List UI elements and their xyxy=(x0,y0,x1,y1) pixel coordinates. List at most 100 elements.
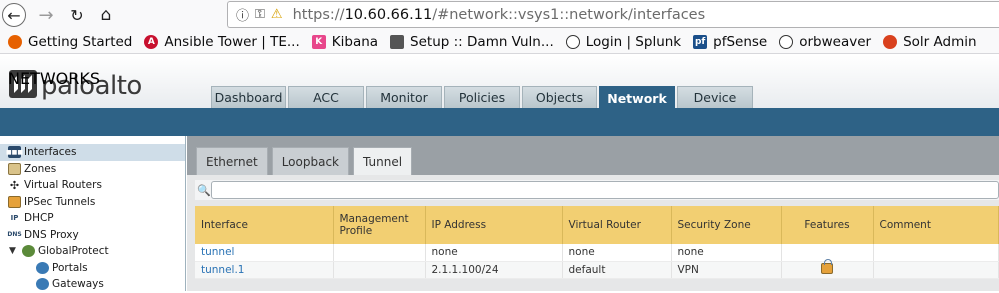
interfaces-table: Interface Management Profile IP Address … xyxy=(195,206,999,279)
sidebar-item-label: Portals xyxy=(52,261,88,274)
sidebar: ■■■ Interfaces Zones ✣ Virtual Routers I… xyxy=(0,136,186,291)
warning-icon: ⚠ xyxy=(270,7,283,22)
sidebar-item-label: Zones xyxy=(24,162,57,175)
bookmark-ansible[interactable]: A Ansible Tower | TE... xyxy=(144,33,300,50)
url-path: /#network::vsys1::network/interfaces xyxy=(432,6,706,23)
tab-tunnel[interactable]: Tunnel xyxy=(353,147,413,175)
interfaces-icon: ■■■ xyxy=(6,146,23,159)
sidebar-item-dhcp[interactable]: IP DHCP xyxy=(0,210,185,227)
bookmarks-bar: Getting Started A Ansible Tower | TE... K… xyxy=(0,30,999,54)
back-arrow-icon[interactable]: ← xyxy=(2,3,26,27)
kibana-icon: K xyxy=(311,34,326,49)
cell-ip: 2.1.1.100/24 xyxy=(425,261,563,279)
interface-link[interactable]: tunnel.1 xyxy=(201,264,244,276)
globe-icon xyxy=(779,34,794,49)
sidebar-item-label: GlobalProtect xyxy=(38,245,109,258)
cell-mgmt xyxy=(333,261,426,279)
tab-dashboard[interactable]: Dashboard xyxy=(211,86,286,108)
sidebar-item-label: DHCP xyxy=(24,212,54,225)
gateway-icon xyxy=(36,278,49,291)
bookmark-getting-started[interactable]: Getting Started xyxy=(8,34,132,50)
cell-features xyxy=(781,258,874,279)
home-icon[interactable]: ⌂ xyxy=(93,3,119,27)
zones-icon xyxy=(8,162,21,175)
globalprotect-icon xyxy=(22,245,35,258)
cell-ip: none xyxy=(425,244,563,262)
tab-network[interactable]: Network xyxy=(599,86,675,109)
forward-arrow-icon[interactable]: → xyxy=(33,3,59,27)
sub-tabs-bar: Ethernet Loopback Tunnel xyxy=(187,136,999,175)
sidebar-item-portals[interactable]: Portals xyxy=(0,260,185,277)
table-row[interactable]: tunnel none none none xyxy=(195,244,999,262)
tab-loopback[interactable]: Loopback xyxy=(271,147,349,175)
cell-router: none xyxy=(562,244,672,262)
table-row[interactable]: tunnel.1 2.1.1.100/24 default VPN xyxy=(195,258,999,279)
bookmark-kibana[interactable]: K Kibana xyxy=(311,34,378,50)
app-header: paloalto NETWORKS Dashboard ACC Monitor … xyxy=(0,55,999,109)
bookmark-orbweaver[interactable]: orbweaver xyxy=(779,34,871,50)
cell-interface[interactable]: tunnel.1 xyxy=(195,261,334,279)
main-panel: Ethernet Loopback Tunnel 🔍 Interface Man… xyxy=(187,136,999,291)
cell-zone: VPN xyxy=(671,261,782,279)
column-header-management-profile[interactable]: Management Profile xyxy=(333,206,426,244)
tab-ethernet[interactable]: Ethernet xyxy=(196,147,268,175)
sidebar-item-label: Gateways xyxy=(52,278,104,291)
cell-router: default xyxy=(562,261,672,279)
cell-zone: none xyxy=(671,244,782,262)
tunnel-icon xyxy=(8,195,21,208)
tab-device[interactable]: Device xyxy=(677,86,753,108)
firefox-icon xyxy=(8,34,22,49)
sidebar-item-label: IPSec Tunnels xyxy=(24,195,96,208)
sidebar-item-dns-proxy[interactable]: DNS DNS Proxy xyxy=(0,227,185,244)
search-row: 🔍 xyxy=(195,180,999,200)
column-header-interface[interactable]: Interface xyxy=(195,206,334,244)
key-icon: ⚿ xyxy=(255,7,265,22)
column-header-ip-address[interactable]: IP Address xyxy=(425,206,563,244)
solr-icon xyxy=(883,34,898,49)
sidebar-item-label: DNS Proxy xyxy=(24,228,79,241)
sidebar-item-interfaces[interactable]: ■■■ Interfaces xyxy=(0,144,185,161)
address-bar[interactable]: ⓘ ⚿ ⚠ https://10.60.66.11/#network::vsys… xyxy=(227,1,999,28)
sidebar-item-globalprotect[interactable]: ▼ GlobalProtect xyxy=(0,243,185,260)
bookmark-solr[interactable]: Solr Admin xyxy=(883,34,977,50)
column-header-security-zone[interactable]: Security Zone xyxy=(671,206,782,244)
bookmark-dvwa[interactable]: Setup :: Damn Vuln... xyxy=(390,34,554,50)
tab-acc[interactable]: ACC xyxy=(288,86,364,108)
sidebar-item-label: Virtual Routers xyxy=(24,179,102,192)
column-header-features[interactable]: Features xyxy=(781,206,874,244)
tab-policies[interactable]: Policies xyxy=(444,86,520,108)
tab-objects[interactable]: Objects xyxy=(522,86,597,108)
tree-expand-icon[interactable]: ▼ xyxy=(9,246,16,256)
info-icon[interactable]: ⓘ xyxy=(236,5,249,24)
bookmark-label: Ansible Tower | TE... xyxy=(164,33,300,50)
url-text[interactable]: https://10.60.66.11/#network::vsys1::net… xyxy=(293,7,706,23)
portal-icon xyxy=(36,261,49,274)
browser-toolbar: ← → ↻ ⌂ ⓘ ⚿ ⚠ https://10.60.66.11/#netwo… xyxy=(0,0,999,30)
interface-link[interactable]: tunnel xyxy=(201,246,234,258)
sidebar-item-virtual-routers[interactable]: ✣ Virtual Routers xyxy=(0,177,185,194)
search-input[interactable] xyxy=(211,181,999,199)
sidebar-item-gateways[interactable]: Gateways xyxy=(0,276,185,293)
sidebar-item-label: Interfaces xyxy=(24,146,77,159)
reload-icon[interactable]: ↻ xyxy=(64,3,90,27)
cell-comment xyxy=(873,244,999,262)
dhcp-icon: IP xyxy=(10,214,19,223)
column-header-comment[interactable]: Comment xyxy=(873,206,999,244)
tab-monitor[interactable]: Monitor xyxy=(366,86,442,108)
bookmark-pfsense[interactable]: pf pfSense xyxy=(693,34,767,50)
sidebar-item-zones[interactable]: Zones xyxy=(0,161,185,178)
logo-subtext: NETWORKS xyxy=(8,69,101,88)
nav-bar xyxy=(0,108,999,136)
url-prefix: https:// xyxy=(292,6,345,23)
sidebar-item-ipsec-tunnels[interactable]: IPSec Tunnels xyxy=(0,194,185,211)
globe-icon xyxy=(565,34,580,49)
bookmark-label: Login | Splunk xyxy=(585,33,682,50)
cell-interface[interactable]: tunnel xyxy=(195,244,334,262)
bookmark-label: orbweaver xyxy=(799,33,872,50)
url-host: 10.60.66.11 xyxy=(344,6,433,23)
column-header-virtual-router[interactable]: Virtual Router xyxy=(562,206,672,244)
bookmark-label: Setup :: Damn Vuln... xyxy=(410,33,554,50)
pfsense-icon: pf xyxy=(693,34,708,49)
bookmark-label: Getting Started xyxy=(28,33,133,50)
bookmark-splunk[interactable]: Login | Splunk xyxy=(565,33,682,50)
